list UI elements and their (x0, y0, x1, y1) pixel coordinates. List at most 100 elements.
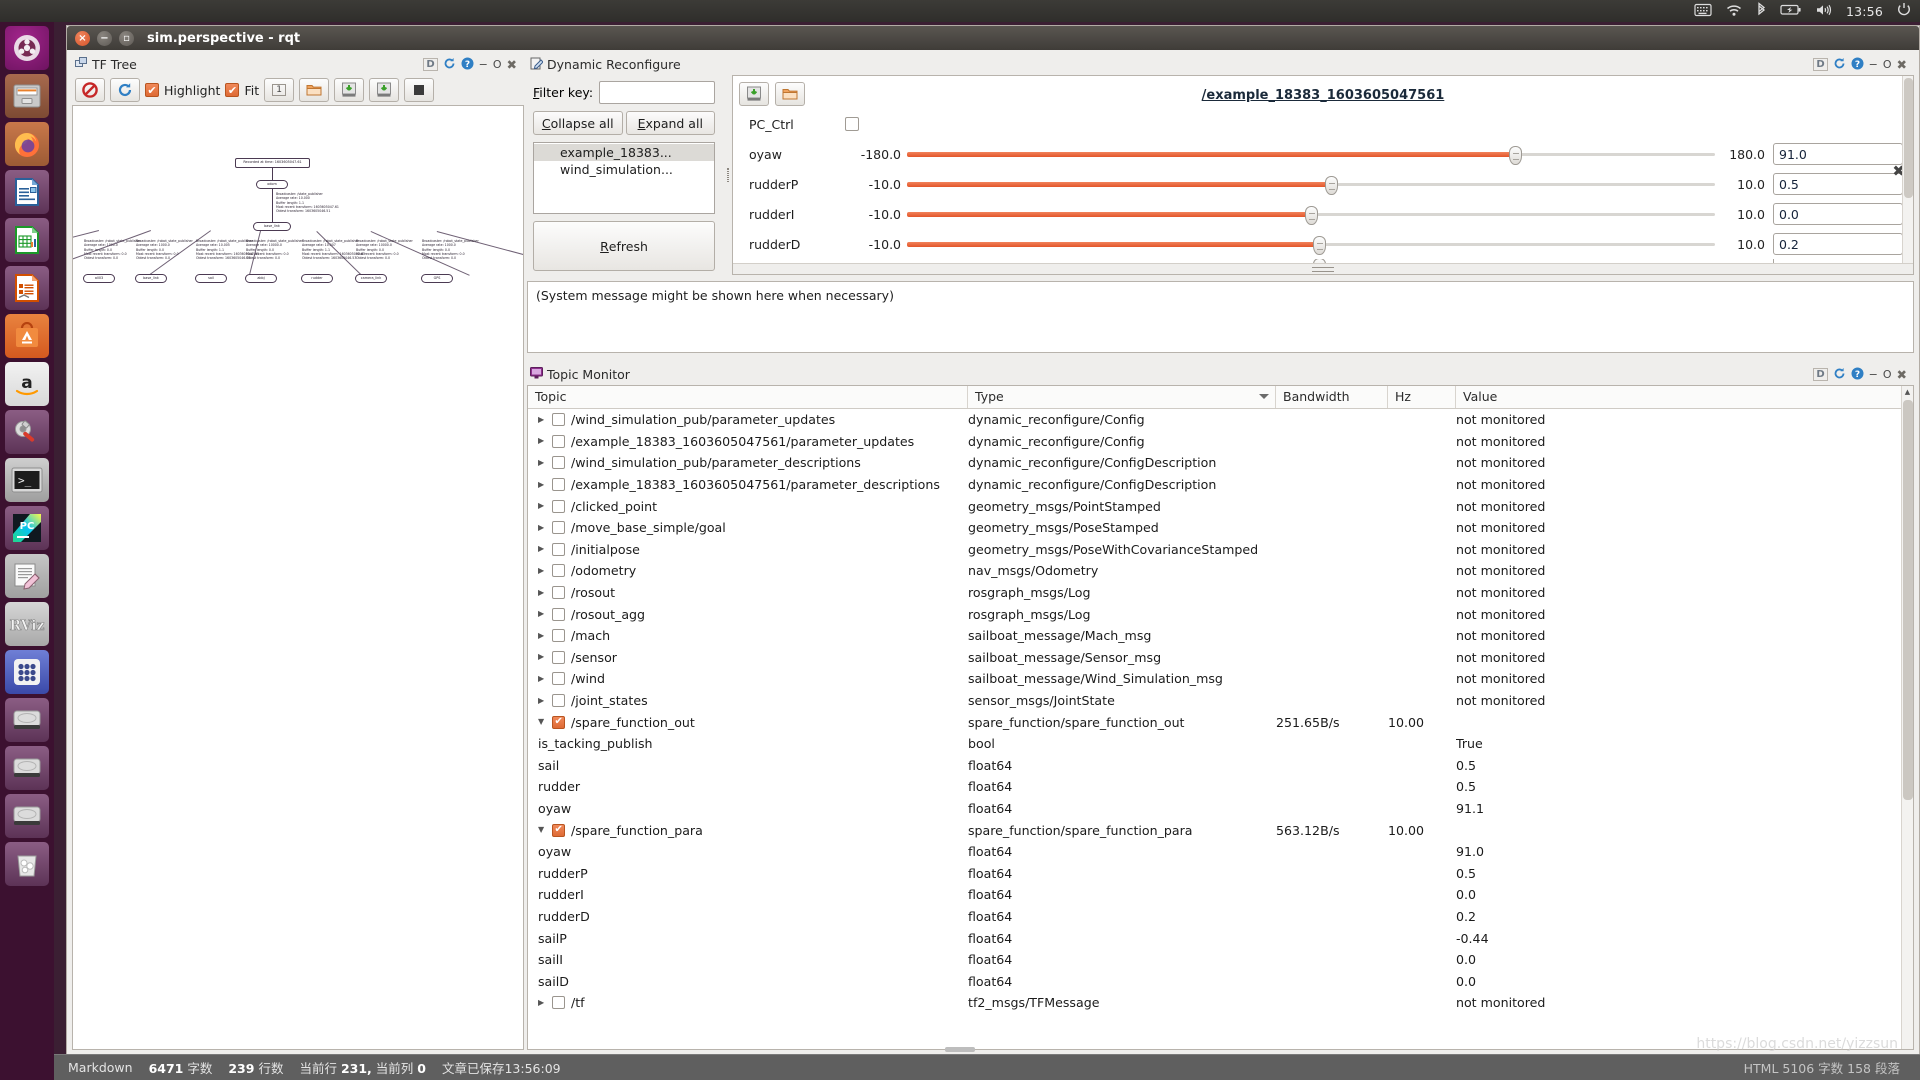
dock-reload-icon[interactable] (1833, 367, 1846, 383)
expand-all-button[interactable]: Expand all (625, 111, 715, 135)
expand-arrow-icon[interactable] (538, 481, 546, 489)
dock-float-icon[interactable]: O (1883, 58, 1892, 71)
table-row[interactable]: /spare_function_para spare_function/spare… (528, 819, 1913, 841)
table-row[interactable]: rudderI float64 0.0 (528, 884, 1913, 906)
dock-float-icon[interactable]: O (493, 58, 502, 71)
expand-arrow-icon[interactable] (538, 675, 546, 683)
param-slider-rudderd[interactable] (907, 235, 1715, 255)
expand-arrow-icon[interactable] (538, 610, 546, 618)
table-row[interactable]: /example_18383_1603605047561/parameter_d… (528, 474, 1913, 496)
refresh-nodes-button[interactable]: Refresh (533, 221, 715, 271)
system-settings-icon[interactable] (5, 410, 49, 454)
slider-knob[interactable] (1305, 206, 1318, 225)
column-header-hz[interactable]: Hz (1388, 386, 1456, 408)
highlight-checkbox-box[interactable] (145, 83, 159, 97)
battery-icon[interactable] (1780, 3, 1802, 19)
scroll-grip[interactable] (1312, 266, 1334, 272)
scroll-up-icon[interactable]: ▲ (1902, 386, 1913, 398)
table-row[interactable]: /mach sailboat_message/Mach_msg not monito… (528, 625, 1913, 647)
dock-minimize-icon[interactable]: − (1869, 368, 1878, 381)
topic-checkbox[interactable] (552, 434, 565, 448)
dynrec-dock-controls[interactable]: D ? − O ✖ (1813, 57, 1911, 73)
param-slider-rudderp[interactable] (907, 175, 1715, 195)
topic-checkbox[interactable] (552, 413, 565, 427)
expand-arrow-icon[interactable] (538, 653, 546, 661)
table-row[interactable]: oyaw float64 91.1 (528, 798, 1913, 820)
scroll-thumb[interactable] (1903, 400, 1913, 800)
pycharm-icon[interactable]: PC (5, 506, 49, 550)
dock-detach-icon[interactable]: D (1813, 58, 1828, 71)
dock-detach-icon[interactable]: D (1813, 368, 1828, 381)
topic-checkbox[interactable] (552, 650, 565, 664)
topic-checkbox[interactable] (552, 715, 565, 729)
power-icon[interactable] (1896, 2, 1912, 20)
scroll-thumb[interactable] (1904, 78, 1913, 198)
fit-checkbox[interactable]: Fit (225, 83, 259, 98)
dock-help-icon[interactable]: ? (461, 57, 474, 73)
topic-checkbox[interactable] (552, 629, 565, 643)
dock-minimize-icon[interactable]: − (479, 58, 488, 71)
tf-tree-graph[interactable]: Recorded at time: 1603605047.61 odom Broad… (72, 105, 524, 1050)
table-row[interactable]: /sensor sailboat_message/Sensor_msg not mo… (528, 647, 1913, 669)
dock-close-icon[interactable]: ✖ (1897, 367, 1907, 382)
table-row[interactable]: oyaw float64 91.0 (528, 841, 1913, 863)
load-config-button[interactable] (775, 82, 805, 106)
table-row[interactable]: /wind_simulation_pub/parameter_updates dy… (528, 409, 1913, 431)
bluetooth-icon[interactable] (1756, 2, 1767, 20)
ubuntu-software-icon[interactable] (5, 314, 49, 358)
topic-monitor-dock-controls[interactable]: D ? − O ✖ (1813, 367, 1911, 383)
table-row[interactable]: sailP float64 -0.44 (528, 927, 1913, 949)
dynrec-horizontal-scrollbar[interactable] (733, 263, 1913, 274)
dock-reload-icon[interactable] (443, 57, 456, 73)
system-indicators[interactable]: 13:56 (1694, 2, 1920, 20)
show-applications-icon[interactable] (5, 650, 49, 694)
param-value-rudderi[interactable]: 0.0 (1773, 203, 1903, 225)
expand-arrow-icon[interactable] (538, 545, 546, 553)
dynrec-splitter[interactable] (723, 75, 732, 275)
keyboard-icon[interactable] (1694, 3, 1712, 20)
column-header-topic[interactable]: Topic (528, 386, 968, 408)
table-row[interactable]: /joint_states sensor_msgs/JointState not m… (528, 690, 1913, 712)
table-row[interactable]: /odometry nav_msgs/Odometry not monitored (528, 560, 1913, 582)
topic-checkbox[interactable] (552, 456, 565, 470)
node-list-item-wind-simulation[interactable]: wind_simulation... (534, 161, 714, 178)
param-checkbox-pc-ctrl[interactable] (845, 117, 859, 131)
column-header-value[interactable]: Value (1456, 386, 1913, 408)
table-row[interactable]: sailI float64 0.0 (528, 949, 1913, 971)
save-dot-button[interactable] (334, 78, 365, 102)
param-value-rudderd[interactable]: 0.2 (1773, 233, 1903, 255)
topic-checkbox[interactable] (552, 694, 565, 708)
topic-checkbox[interactable] (552, 586, 565, 600)
topic-checkbox[interactable] (552, 672, 565, 686)
dock-reload-icon[interactable] (1833, 57, 1846, 73)
topic-checkbox[interactable] (552, 542, 565, 556)
libreoffice-writer-icon[interactable] (5, 170, 49, 214)
save-config-button[interactable] (739, 82, 769, 106)
dynrec-vertical-scrollbar[interactable] (1902, 76, 1913, 263)
column-header-bandwidth[interactable]: Bandwidth (1276, 386, 1388, 408)
topic-checkbox[interactable] (552, 521, 565, 535)
dock-close-icon[interactable]: ✖ (507, 57, 517, 72)
param-slider-oyaw[interactable] (907, 145, 1715, 165)
window-maximize-button[interactable]: ▫ (119, 30, 134, 46)
expand-arrow-icon[interactable] (538, 437, 546, 445)
slider-knob[interactable] (1313, 236, 1327, 255)
param-value-rudderp[interactable]: 0.5 (1773, 173, 1903, 195)
topic-checkbox[interactable] (552, 564, 565, 578)
save-image-button[interactable] (369, 78, 400, 102)
filter-key-input[interactable] (599, 81, 715, 104)
amazon-icon[interactable]: a (5, 362, 49, 406)
ubuntu-dash-icon[interactable] (5, 26, 49, 70)
rviz-icon[interactable]: RViz (5, 602, 49, 646)
expand-arrow-icon[interactable] (538, 632, 546, 640)
wifi-icon[interactable] (1725, 3, 1743, 20)
stop-refresh-button[interactable] (75, 78, 105, 102)
table-row[interactable]: is_tacking_publish bool True (528, 733, 1913, 755)
tf-tree-toolbar[interactable]: Highlight Fit 1 (72, 75, 524, 105)
table-row[interactable]: /tf tf2_msgs/TFMessage not monitored (528, 992, 1913, 1014)
disk-icon-3[interactable] (5, 794, 49, 838)
topic-checkbox[interactable] (552, 996, 565, 1010)
table-row[interactable]: /clicked_point geometry_msgs/PointStamped… (528, 495, 1913, 517)
dock-help-icon[interactable]: ? (1851, 367, 1864, 383)
trash-icon[interactable] (5, 842, 49, 886)
